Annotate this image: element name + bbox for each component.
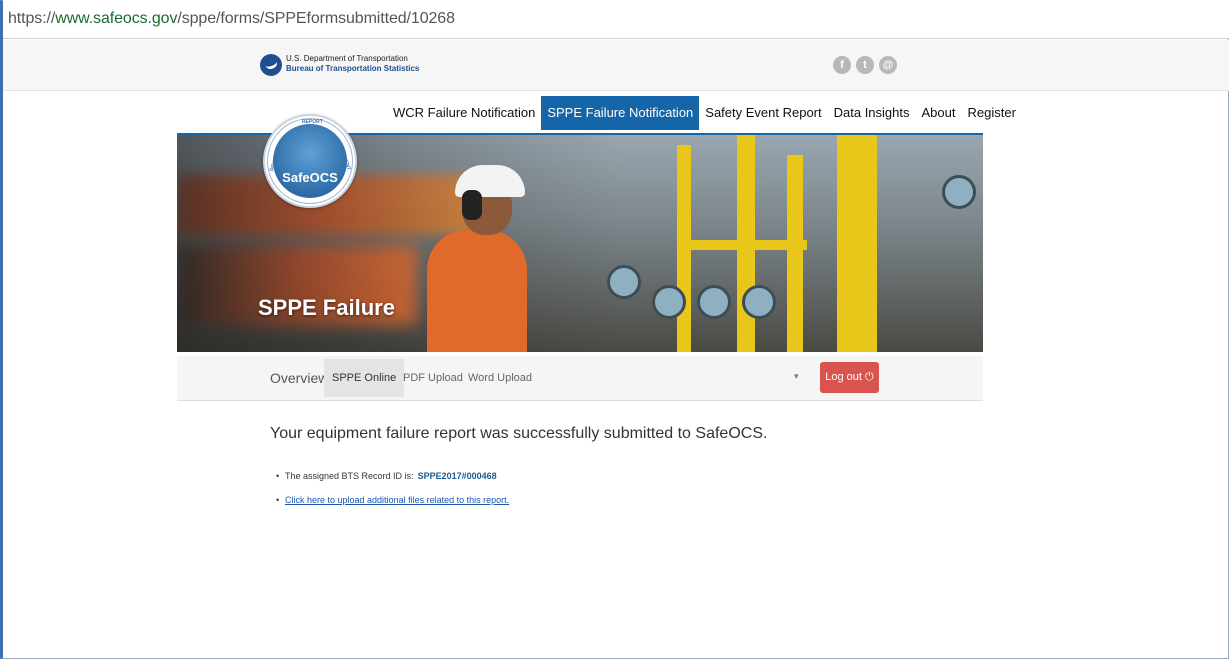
worker-figure [427,230,527,352]
seal-label: SafeOCS [282,170,338,185]
url-path: /sppe/forms/SPPEformsubmitted/10268 [177,10,455,27]
result-list: The assigned BTS Record ID is:SPPE2017#0… [276,468,509,516]
power-icon: ⏻ [865,371,874,383]
email-icon[interactable]: @ [879,56,897,74]
nav-sppe-failure-notification[interactable]: SPPE Failure Notification [541,96,700,130]
gauge-icon [742,285,776,319]
page-title: SPPE Failure [258,295,395,320]
gauge-icon [607,265,641,299]
hero-pipe [837,135,877,352]
record-id-value: SPPE2017#000468 [417,471,497,481]
url-scheme: https:// [8,10,56,27]
address-bar[interactable]: https://www.safeocs.gov/sppe/forms/SPPEf… [3,0,1229,39]
nav-data-insights[interactable]: Data Insights [828,96,916,130]
gauge-icon [697,285,731,319]
main-nav: WCR Failure Notification SPPE Failure No… [387,96,1022,130]
agency-line1: U.S. Department of Transportation [286,54,408,63]
nav-about[interactable]: About [916,96,962,130]
list-item: Click here to upload additional files re… [276,492,509,516]
hero-pipe [677,240,807,250]
nav-register[interactable]: Register [961,96,1021,130]
agency-line2: Bureau of Transportation Statistics [286,64,420,73]
twitter-icon[interactable]: t [856,56,874,74]
seal-emblem [273,124,347,198]
upload-files-link[interactable]: Click here to upload additional files re… [285,495,509,505]
safeocs-logo[interactable]: REPORT DISCOVER PREVENT SafeOCS [263,114,357,208]
agency-header: U.S. Department of Transportation Bureau… [3,40,1229,91]
hero-pipe [787,155,803,352]
gauge-icon [942,175,976,209]
tab-sppe-online[interactable]: SPPE Online [324,359,405,397]
url-host: www.safeocs.gov [55,10,178,27]
logout-label: Log out [825,371,862,383]
seal-ring-text: REPORT [302,119,323,125]
nav-wcr-failure-notification[interactable]: WCR Failure Notification [387,96,541,130]
ear-protection-icon [462,190,482,220]
list-item: The assigned BTS Record ID is:SPPE2017#0… [276,468,509,492]
dot-logo-icon[interactable] [260,54,282,76]
nav-safety-event-report[interactable]: Safety Event Report [699,96,827,130]
agency-name[interactable]: U.S. Department of Transportation Bureau… [286,54,419,74]
url-text[interactable]: https://www.safeocs.gov/sppe/forms/SPPEf… [8,10,455,28]
facebook-icon[interactable]: f [833,56,851,74]
record-id-label: The assigned BTS Record ID is: [285,471,414,481]
dropdown-caret-icon[interactable]: ▾ [794,371,799,382]
tab-word-upload[interactable]: Word Upload [460,359,540,397]
sub-nav: Overview SPPE Online PDF Upload Word Upl… [177,356,983,401]
gauge-icon [652,285,686,319]
success-message: Your equipment failure report was succes… [270,425,768,442]
logout-button[interactable]: Log out ⏻ [820,362,879,393]
